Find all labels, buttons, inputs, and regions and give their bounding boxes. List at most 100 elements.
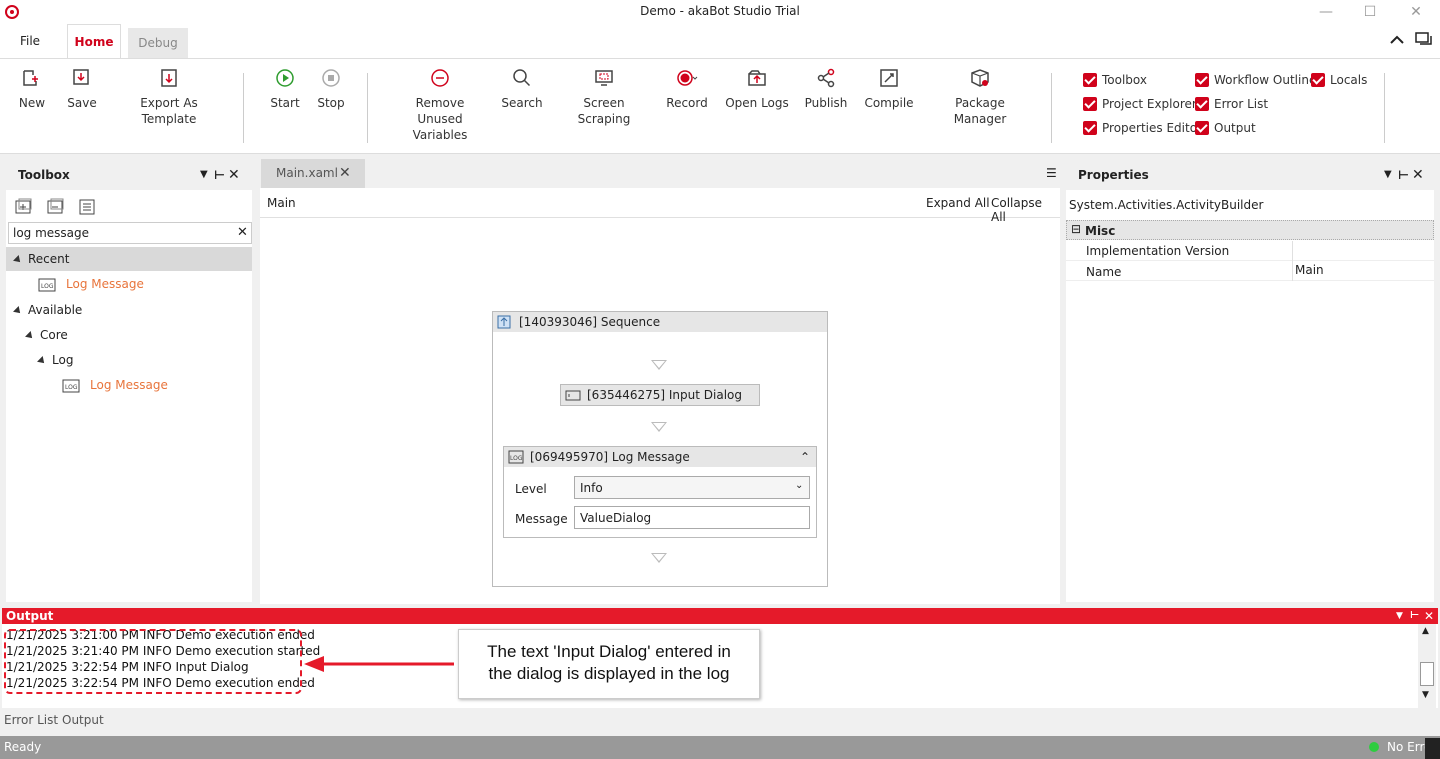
chevron-down-icon: ⌄ [795,480,804,491]
svg-text:LOG: LOG [510,455,523,462]
close-panel-icon[interactable]: ✕ [228,160,240,190]
remove-unused-variables-button[interactable]: Remove Unused Variables [392,67,488,143]
new-button[interactable]: New [14,67,50,111]
close-tab-icon[interactable]: ✕ [339,159,351,188]
tab-error-list[interactable]: Error List [4,713,58,727]
export-template-icon [161,69,177,87]
drop-target-arrow[interactable] [651,553,667,563]
svg-text:LOG: LOG [41,283,54,290]
tree-recent[interactable]: Recent [6,247,252,271]
scroll-up-icon[interactable]: ▲ [1422,626,1429,636]
list-view-icon[interactable] [78,198,98,219]
record-button[interactable]: Record [664,67,710,111]
drop-target-arrow[interactable] [651,360,667,370]
category-misc[interactable]: ⊟ Misc [1066,220,1434,240]
ribbon-home: New Save Export As Template Start Stop R… [0,58,1440,154]
tab-main-xaml[interactable]: Main.xaml ✕ [261,159,365,188]
log-message-header: LOG [069495970] Log Message ⌃ [504,447,816,467]
tab-home[interactable]: Home [67,24,121,58]
panel-menu-icon[interactable]: ▼ [200,160,208,190]
drop-target-arrow[interactable] [651,422,667,432]
property-row[interactable]: Name Main [1066,261,1434,281]
tab-output[interactable]: Output [62,713,104,727]
open-logs-icon [748,70,766,86]
toolbox-search-input[interactable]: log message ✕ [8,222,252,244]
title-bar: Demo - akaBot Studio Trial — ☐ ✕ [0,0,1440,24]
tree-log[interactable]: Log [37,348,73,372]
expand-all-icon[interactable] [14,198,34,219]
start-button[interactable]: Start [268,67,302,111]
close-panel-icon[interactable]: ✕ [1412,160,1424,190]
collapse-activity-icon[interactable]: ⌃ [800,447,810,467]
tree-item-log-message[interactable]: LOG Log Message [62,373,168,397]
properties-panel: Properties ▼ ⊢ ✕ System.Activities.Activ… [1066,160,1434,602]
stop-icon [322,69,340,87]
screen-scraping-icon [595,70,613,86]
output-scrollbar[interactable]: ▲ ▼ [1418,624,1436,708]
breadcrumb[interactable]: Main [267,196,296,210]
log-message-icon: LOG [62,379,80,392]
publish-button[interactable]: Publish [802,67,850,111]
status-ok-icon [1369,742,1379,752]
log-message-icon: LOG [508,450,524,464]
search-icon [513,69,531,87]
window-title: Demo - akaBot Studio Trial [640,4,800,18]
scroll-down-icon[interactable]: ▼ [1422,690,1429,700]
expand-all-link[interactable]: Expand All [926,196,990,210]
properties-object-name: System.Activities.ActivityBuilder [1069,198,1264,212]
collapse-category-icon[interactable]: ⊟ [1071,222,1081,236]
play-icon [276,69,294,87]
level-dropdown[interactable]: Info ⌄ [574,476,810,499]
ribbon-tabs: File Home Debug [0,24,1440,58]
collapse-all-icon[interactable] [46,198,66,219]
tree-item-recent-log-message[interactable]: LOG Log Message [38,272,144,296]
input-dialog-activity[interactable]: [635446275] Input Dialog [560,384,760,406]
status-bar: Ready No Erro [0,736,1440,759]
package-manager-button[interactable]: Package Manager [928,67,1032,127]
minimize-icon[interactable]: — [1316,2,1336,22]
close-panel-icon[interactable]: ✕ [1424,608,1434,624]
annotation-callout: The text 'Input Dialog' entered in the d… [458,629,760,699]
tab-debug[interactable]: Debug [128,28,188,58]
pin-icon[interactable]: ⊢ [214,160,225,190]
message-input[interactable]: ValueDialog [574,506,810,529]
log-message-activity[interactable]: LOG [069495970] Log Message ⌃ Level Info… [503,446,817,538]
property-row[interactable]: Implementation Version [1066,241,1434,261]
callout-arrow [304,656,454,672]
save-button[interactable]: Save [64,67,100,111]
panel-menu-icon[interactable]: ▼ [1384,160,1392,190]
tab-file[interactable]: File [10,24,50,58]
scroll-thumb[interactable] [1420,662,1434,686]
record-icon [677,70,698,86]
compile-button[interactable]: Compile [862,67,916,111]
close-window-icon[interactable]: ✕ [1406,2,1426,22]
properties-header: Properties ▼ ⊢ ✕ [1066,160,1434,190]
new-file-icon [23,70,38,86]
save-icon [73,69,89,85]
search-button[interactable]: Search [500,67,544,111]
highlight-box [4,629,302,694]
export-template-button[interactable]: Export As Template [114,67,224,127]
log-message-icon: LOG [38,278,56,291]
remove-icon [431,69,449,87]
open-logs-button[interactable]: Open Logs [724,67,790,111]
collapse-all-link[interactable]: Collapse All [991,196,1060,224]
sequence-header: [140393046] Sequence [493,312,827,332]
toolbox-panel: Toolbox ▼ ⊢ ✕ log message ✕ Recent LOG Lo… [6,160,252,602]
stop-button[interactable]: Stop [314,67,348,111]
pin-icon[interactable]: ⊢ [1410,608,1419,624]
maximize-icon[interactable]: ☐ [1360,2,1380,22]
pin-icon[interactable]: ⊢ [1398,160,1409,190]
feedback-icon[interactable] [1415,32,1433,48]
status-text: Ready [4,740,42,754]
clear-search-icon[interactable]: ✕ [237,225,248,240]
sequence-icon [497,315,511,329]
sequence-activity[interactable]: [140393046] Sequence [635446275] Input D… [492,311,828,587]
screen-scraping-button[interactable]: Screen Scraping [558,67,650,127]
collapse-ribbon-icon[interactable] [1390,34,1404,44]
panel-menu-icon[interactable]: ▼ [1396,608,1403,624]
bottom-tabs: Error List Output [0,708,1440,736]
tree-available[interactable]: Available [13,298,82,322]
tree-core[interactable]: Core [25,323,68,347]
tab-list-icon[interactable]: ☰ [1046,166,1057,180]
